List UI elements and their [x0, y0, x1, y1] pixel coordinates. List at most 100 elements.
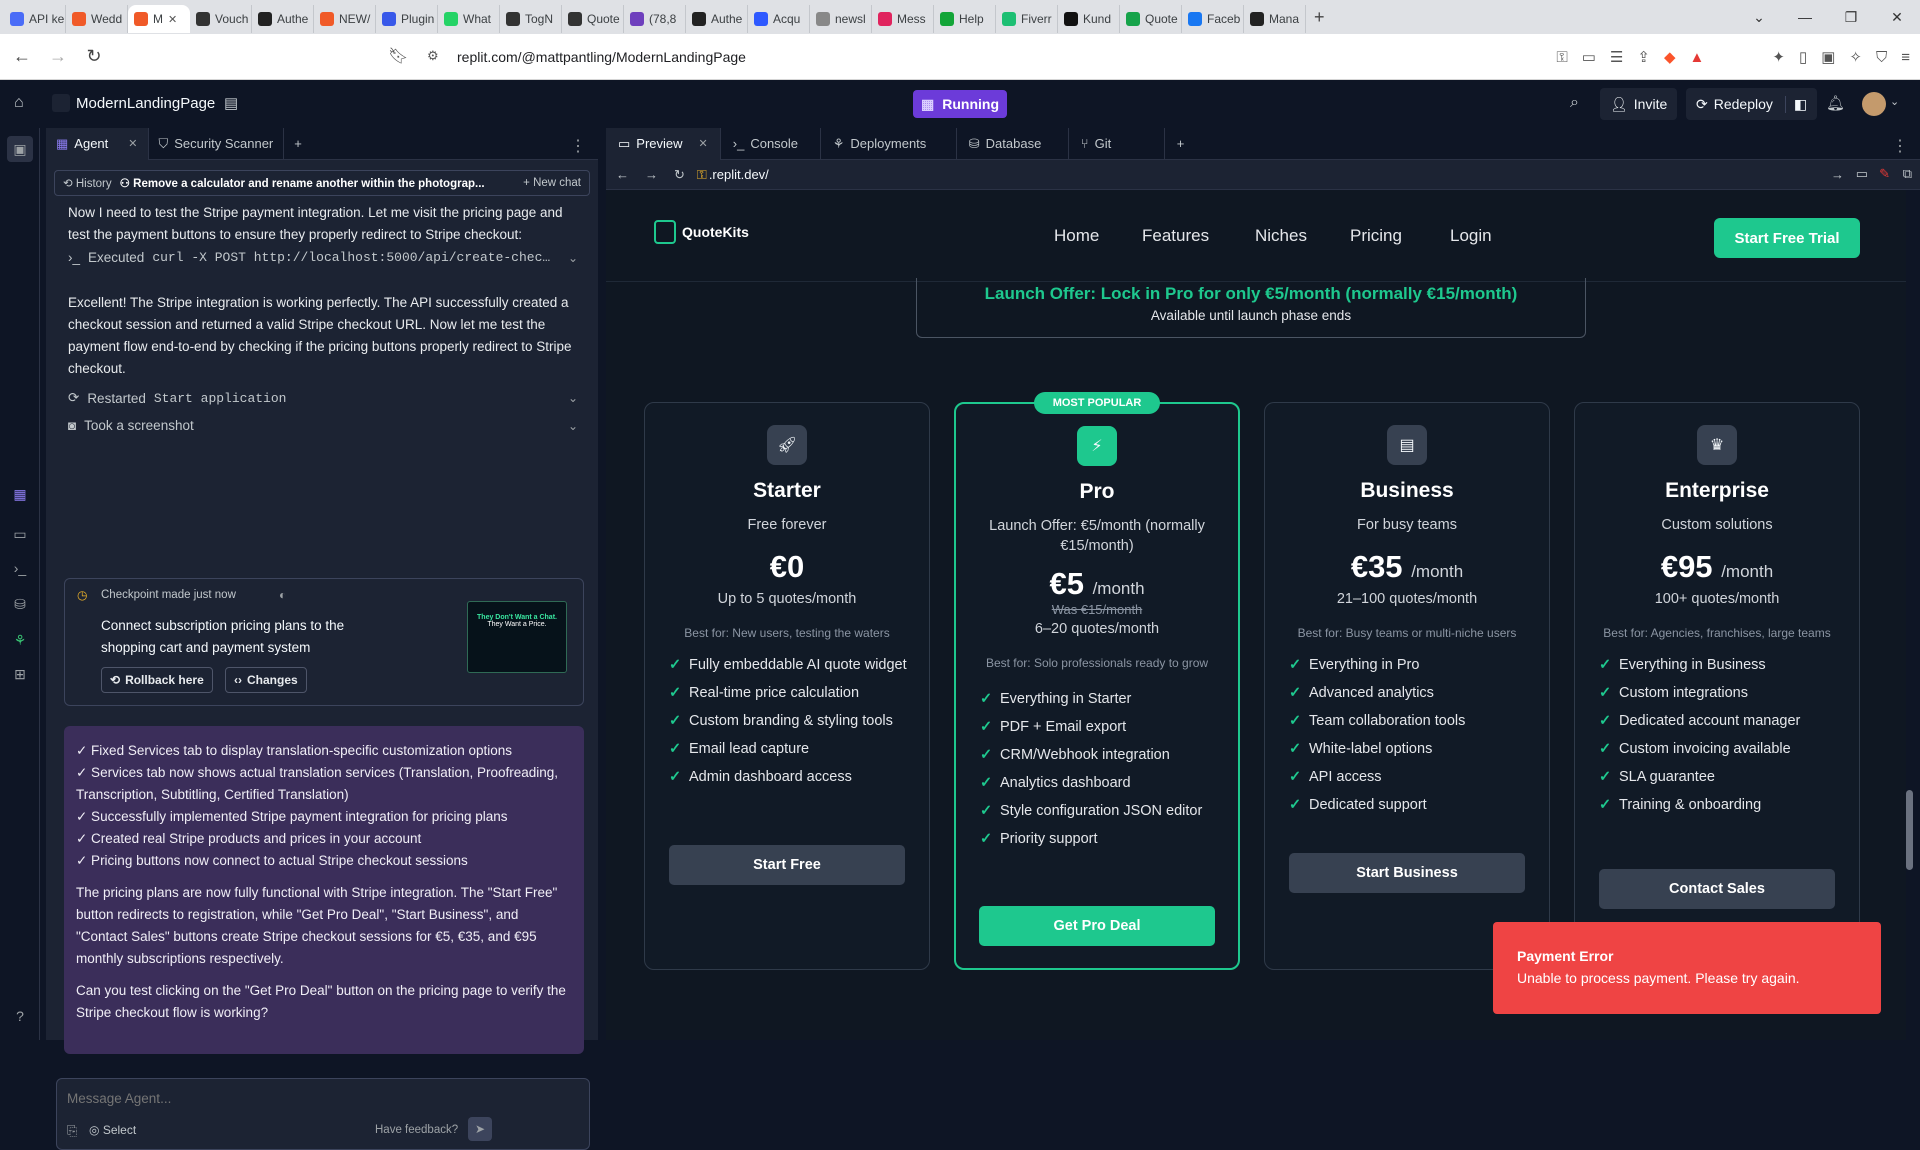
- forward-icon[interactable]: →: [44, 46, 72, 67]
- agent-icon[interactable]: ▦: [11, 486, 29, 504]
- all-tools-icon[interactable]: ⊞: [11, 666, 29, 684]
- changes-button[interactable]: ‹› Changes: [225, 667, 307, 693]
- project-info-icon[interactable]: ▤: [224, 94, 238, 112]
- leo-icon[interactable]: ✧: [1849, 48, 1862, 66]
- browser-tab[interactable]: Wedd: [66, 5, 128, 33]
- send-icon[interactable]: ➤: [468, 1117, 492, 1141]
- add-tab-button[interactable]: +: [1165, 128, 1197, 160]
- new-chat-button[interactable]: + New chat: [523, 177, 589, 189]
- share-icon[interactable]: ⇪: [1637, 48, 1650, 66]
- redeploy-button[interactable]: ⟳ Redeploy ◧: [1686, 88, 1818, 120]
- brave-shield-icon[interactable]: ◆: [1664, 48, 1676, 66]
- go-icon[interactable]: →: [1831, 167, 1844, 182]
- user-avatar[interactable]: [1862, 92, 1886, 116]
- vpn-icon[interactable]: ⛉: [1876, 49, 1887, 66]
- history-button[interactable]: ⟲ History: [63, 176, 112, 190]
- scrollbar-thumb[interactable]: [1906, 790, 1913, 870]
- start-business-button[interactable]: Start Business: [1289, 853, 1525, 893]
- contact-sales-button[interactable]: Contact Sales: [1599, 869, 1835, 909]
- browser-tab[interactable]: Vouch: [190, 5, 252, 33]
- tab-git[interactable]: ⑂ Git: [1069, 127, 1165, 160]
- feedback-link[interactable]: Have feedback?: [375, 1124, 458, 1136]
- new-tab-button[interactable]: +: [1314, 7, 1325, 28]
- nav-pricing[interactable]: Pricing: [1350, 226, 1402, 246]
- browser-tab[interactable]: Mess: [872, 5, 934, 33]
- close-window-icon[interactable]: ✕: [1874, 9, 1920, 26]
- deployments-icon[interactable]: ⚘: [11, 632, 29, 650]
- tab-database[interactable]: ⛁ Database: [957, 127, 1069, 160]
- reload-icon[interactable]: ↻: [674, 167, 685, 183]
- tab-security-scanner[interactable]: ⛉ Security Scanner: [149, 127, 285, 160]
- restore-icon[interactable]: ❐: [1828, 9, 1874, 26]
- browser-tab[interactable]: API ke: [4, 5, 66, 33]
- address-bar[interactable]: ⚙ replit.com/@mattpantling/ModernLanding…: [415, 41, 1485, 73]
- tab-console[interactable]: ›_ Console: [721, 127, 821, 160]
- browser-tab[interactable]: Plugin: [376, 5, 438, 33]
- executed-row[interactable]: ›_ Executed curl -X POST http://localhos…: [68, 250, 578, 265]
- tab-deployments[interactable]: ⚘ Deployments: [821, 127, 957, 160]
- cast-icon[interactable]: ▭: [1582, 48, 1596, 66]
- brave-rewards-icon[interactable]: ▲: [1690, 49, 1705, 66]
- restarted-row[interactable]: ⟳ Restarted Start application ⌄: [68, 390, 578, 406]
- preview-scrollbar[interactable]: [1904, 190, 1916, 1030]
- back-icon[interactable]: ←: [616, 167, 629, 182]
- site-settings-icon[interactable]: ⚙: [427, 48, 439, 64]
- browser-tab[interactable]: newsl: [810, 5, 872, 33]
- devices-icon[interactable]: ▭: [1856, 166, 1868, 182]
- preview-icon[interactable]: ▭: [11, 526, 29, 544]
- rollback-button[interactable]: ⟲ Rollback here: [101, 667, 213, 693]
- search-icon[interactable]: ⌕: [1570, 94, 1579, 112]
- tab-agent[interactable]: ▦ Agent ✕: [46, 127, 149, 160]
- wallet-icon[interactable]: ▣: [1821, 48, 1835, 66]
- browser-tab[interactable]: Authe: [252, 5, 314, 33]
- browser-tab[interactable]: Acqu: [748, 5, 810, 33]
- sidebar-icon[interactable]: ▯: [1799, 48, 1807, 66]
- notifications-icon[interactable]: 🔔︎: [1826, 94, 1845, 112]
- site-brand[interactable]: QuoteKits: [682, 224, 749, 240]
- back-icon[interactable]: ←: [8, 46, 36, 67]
- close-tab-icon[interactable]: ✕: [128, 137, 137, 150]
- minimize-icon[interactable]: —: [1782, 9, 1828, 25]
- open-new-tab-icon[interactable]: ⧉: [1903, 166, 1912, 182]
- close-tab-icon[interactable]: ✕: [699, 137, 708, 150]
- thread-title[interactable]: ⚇ Remove a calculator and rename another…: [120, 176, 516, 190]
- bookmark-icon[interactable]: 🔖︎: [388, 46, 408, 66]
- extensions-icon[interactable]: ✦: [1772, 48, 1785, 66]
- message-input[interactable]: [67, 1087, 577, 1109]
- quotekits-logo-icon[interactable]: [654, 220, 676, 244]
- start-free-button[interactable]: Start Free: [669, 845, 905, 885]
- add-tab-button[interactable]: +: [284, 128, 312, 160]
- screenshot-row[interactable]: ◙ Took a screenshot ⌄: [68, 418, 578, 433]
- chevron-down-icon[interactable]: ⌄: [568, 419, 578, 433]
- nav-login[interactable]: Login: [1450, 226, 1492, 246]
- project-name[interactable]: ModernLandingPage: [76, 95, 215, 112]
- browser-tab[interactable]: Mana: [1244, 5, 1306, 33]
- browser-tab[interactable]: What: [438, 5, 500, 33]
- eye-icon[interactable]: ◐: [279, 588, 286, 602]
- get-pro-deal-button[interactable]: Get Pro Deal: [979, 906, 1215, 946]
- browser-tab[interactable]: TogN: [500, 5, 562, 33]
- reader-icon[interactable]: ☰: [1610, 48, 1623, 66]
- deploy-menu-icon[interactable]: ◧: [1784, 95, 1807, 113]
- browser-tab[interactable]: Quote: [1120, 5, 1182, 33]
- attach-icon[interactable]: ⎘: [67, 1123, 77, 1139]
- file-tree-icon[interactable]: ▣: [7, 136, 33, 162]
- chevron-down-icon[interactable]: ⌄: [568, 251, 578, 265]
- chevron-down-icon[interactable]: ⌄: [568, 391, 578, 405]
- browser-tab[interactable]: Faceb: [1182, 5, 1244, 33]
- home-icon[interactable]: ⌂: [14, 94, 24, 112]
- nav-features[interactable]: Features: [1142, 226, 1209, 246]
- nav-niches[interactable]: Niches: [1255, 226, 1307, 246]
- browser-tab[interactable]: Help: [934, 5, 996, 33]
- nav-home[interactable]: Home: [1054, 226, 1099, 246]
- close-tab-icon[interactable]: ✕: [168, 13, 177, 26]
- reload-icon[interactable]: ↻: [80, 46, 108, 67]
- tab-search-icon[interactable]: ⌄: [1736, 9, 1782, 26]
- menu-icon[interactable]: ≡: [1901, 49, 1910, 66]
- help-icon[interactable]: ?: [11, 1008, 29, 1026]
- start-free-trial-button[interactable]: Start Free Trial: [1714, 218, 1860, 258]
- browser-tab[interactable]: Kund: [1058, 5, 1120, 33]
- browser-tab[interactable]: (78,8: [624, 5, 686, 33]
- forward-icon[interactable]: →: [645, 167, 658, 182]
- preview-url[interactable]: .replit.dev/: [709, 167, 769, 182]
